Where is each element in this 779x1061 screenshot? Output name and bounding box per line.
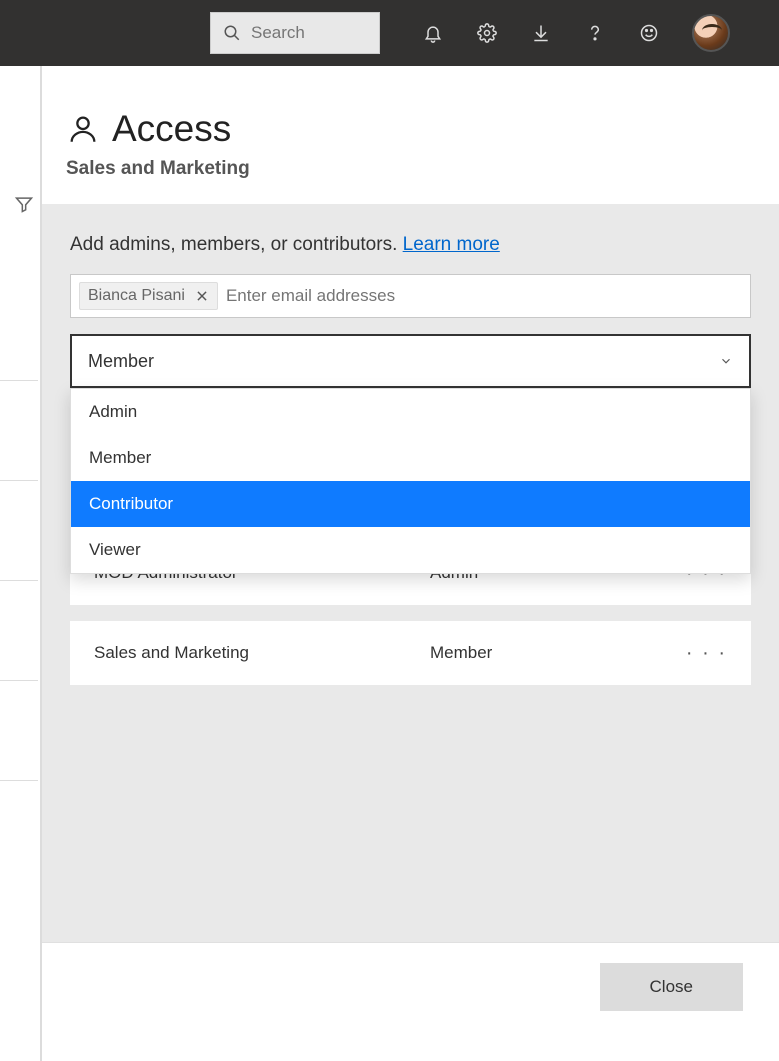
- search-box[interactable]: [210, 12, 380, 54]
- people-input[interactable]: Bianca Pisani: [70, 274, 751, 318]
- person-chip: Bianca Pisani: [79, 282, 218, 310]
- role-dropdown: AdminMemberContributorViewer: [70, 388, 751, 574]
- avatar[interactable]: [692, 14, 730, 52]
- search-input[interactable]: [251, 23, 367, 43]
- close-icon: [195, 289, 209, 303]
- role-option-admin[interactable]: Admin: [71, 389, 750, 435]
- close-button[interactable]: Close: [600, 963, 743, 1011]
- panel-title: Access: [112, 108, 231, 150]
- notifications-button[interactable]: [406, 8, 460, 58]
- cell-permission: Member: [430, 643, 677, 663]
- smile-icon: [639, 23, 659, 43]
- gear-icon: [477, 23, 497, 43]
- role-selected-label: Member: [88, 351, 154, 372]
- more-options-button[interactable]: · · ·: [677, 642, 727, 665]
- bell-icon: [423, 23, 443, 43]
- role-option-viewer[interactable]: Viewer: [71, 527, 750, 573]
- panel-subtitle: Sales and Marketing: [66, 158, 747, 180]
- filter-icon: [14, 194, 34, 214]
- chevron-down-icon: [719, 354, 733, 368]
- question-icon: [585, 23, 605, 43]
- remove-chip-button[interactable]: [195, 289, 209, 303]
- role-option-contributor[interactable]: Contributor: [71, 481, 750, 527]
- download-button[interactable]: [514, 8, 568, 58]
- search-icon: [223, 24, 241, 42]
- person-icon: [66, 112, 100, 146]
- download-icon: [531, 23, 551, 43]
- access-panel: Access Sales and Marketing Add admins, m…: [40, 66, 779, 1061]
- table-row: Sales and MarketingMember· · ·: [70, 621, 751, 685]
- feedback-button[interactable]: [622, 8, 676, 58]
- settings-button[interactable]: [460, 8, 514, 58]
- email-input[interactable]: [226, 286, 742, 306]
- role-select[interactable]: Member: [70, 334, 751, 388]
- learn-more-link[interactable]: Learn more: [403, 234, 500, 255]
- help-button[interactable]: [568, 8, 622, 58]
- instruction-text: Add admins, members, or contributors. Le…: [70, 234, 751, 256]
- role-option-member[interactable]: Member: [71, 435, 750, 481]
- topbar: [0, 0, 779, 66]
- cell-name: Sales and Marketing: [94, 643, 430, 663]
- chip-label: Bianca Pisani: [88, 287, 185, 305]
